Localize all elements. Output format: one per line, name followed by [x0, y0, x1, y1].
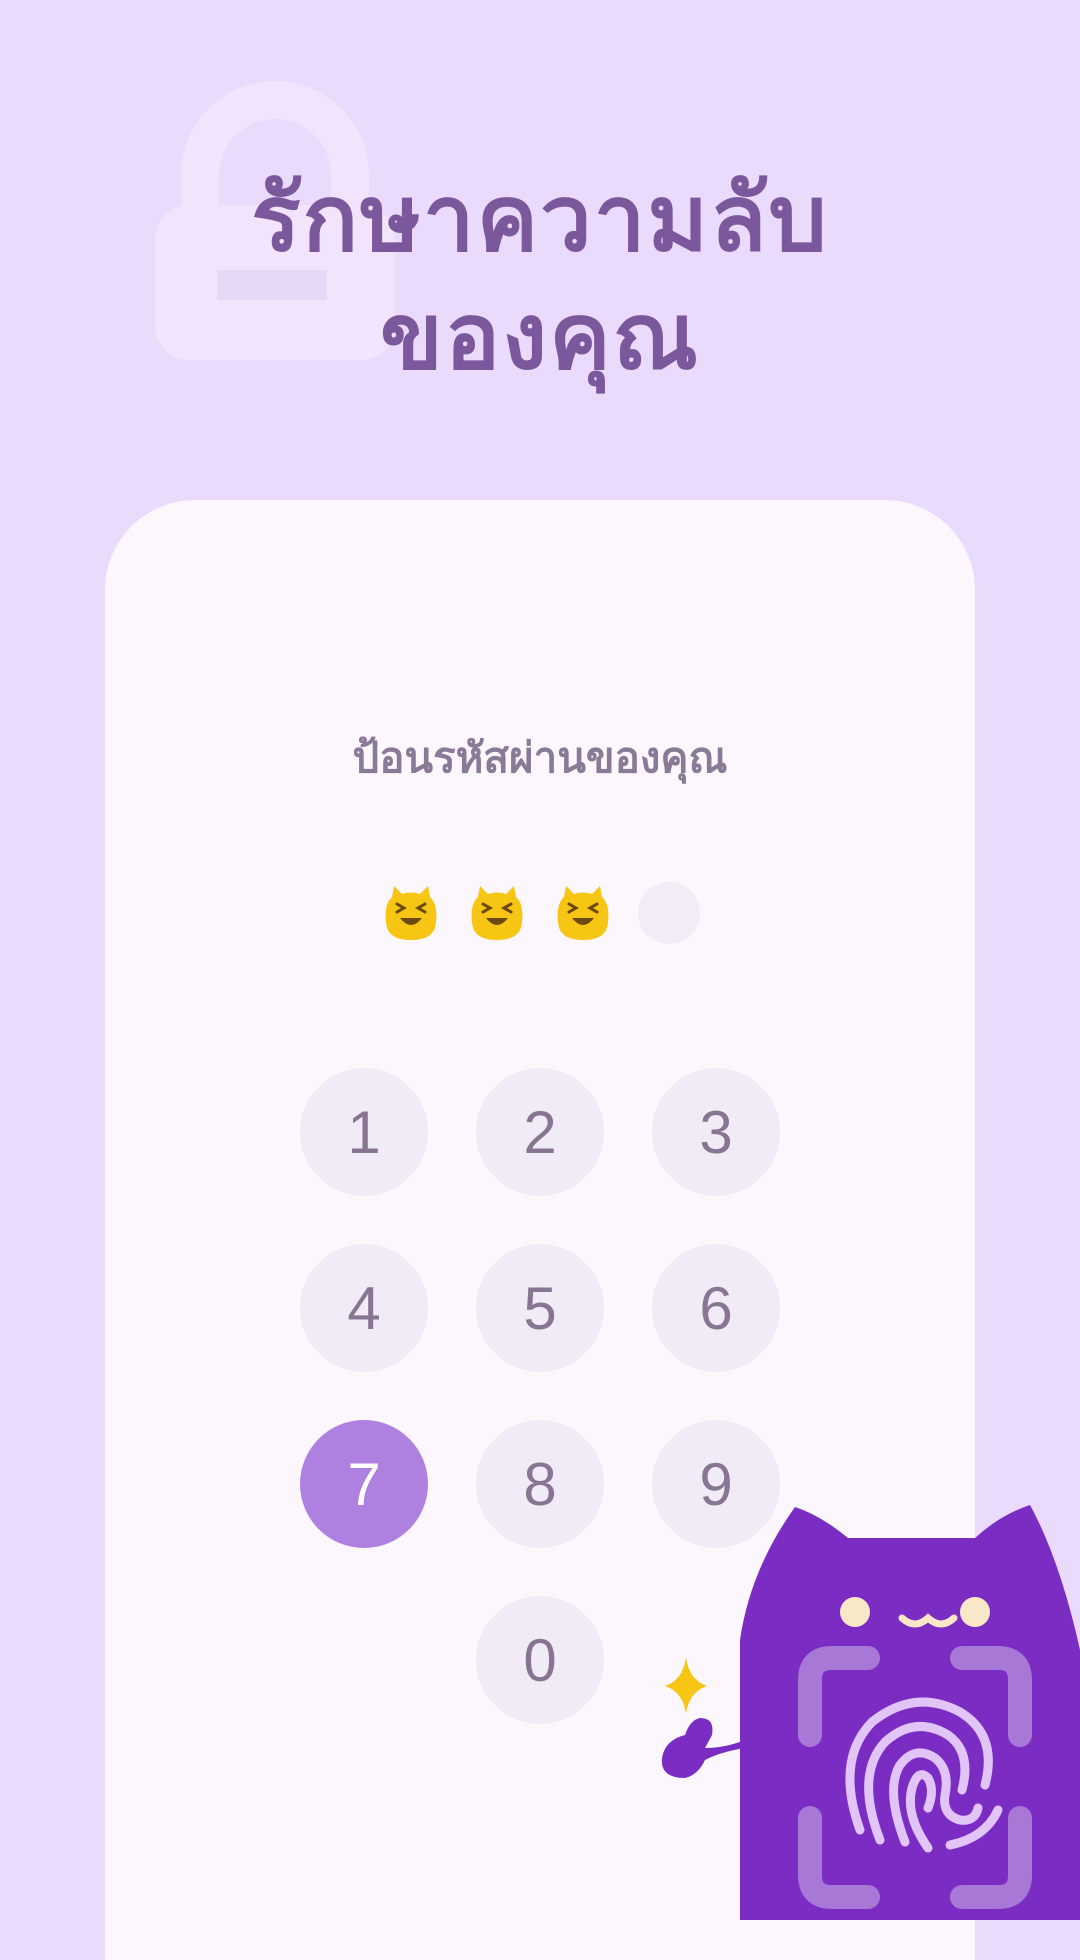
- sparkle-icon: [665, 1657, 707, 1714]
- cat-mascot-icon: [661, 1505, 1080, 1920]
- pin-dot-empty: [638, 882, 700, 944]
- key-5[interactable]: 5: [476, 1244, 604, 1372]
- pin-prompt: ป้อนรหัสผ่านของคุณ: [352, 733, 728, 782]
- key-4[interactable]: 4: [300, 1244, 428, 1372]
- key-0[interactable]: 0: [476, 1596, 604, 1724]
- cat-face-icon: [557, 886, 609, 940]
- key-3[interactable]: 3: [652, 1068, 780, 1196]
- cat-face-icon: [471, 886, 523, 940]
- cat-face-icon: [385, 886, 437, 940]
- key-1[interactable]: 1: [300, 1068, 428, 1196]
- key-8[interactable]: 8: [476, 1420, 604, 1548]
- pin-indicator: [380, 882, 710, 944]
- key-7[interactable]: 7: [300, 1420, 428, 1548]
- key-2[interactable]: 2: [476, 1068, 604, 1196]
- key-6[interactable]: 6: [652, 1244, 780, 1372]
- title-line-2: ของคุณ: [380, 283, 700, 390]
- page-title: รักษาความลับ ของคุณ: [0, 160, 1080, 396]
- title-line-1: รักษาความลับ: [251, 165, 829, 272]
